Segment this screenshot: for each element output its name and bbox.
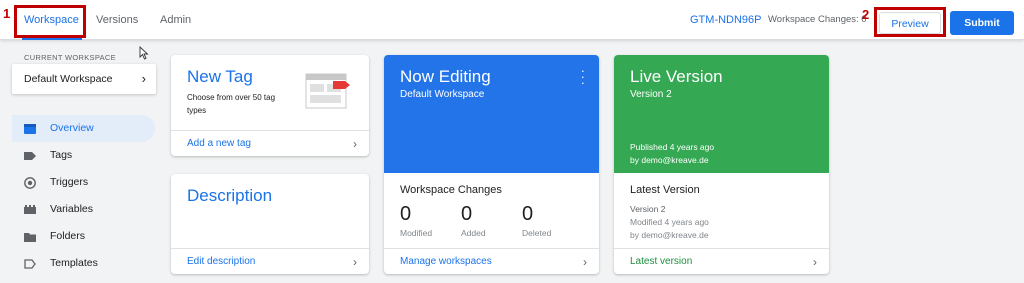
latest-version-name: Version 2 <box>630 204 666 214</box>
description-footer[interactable]: Edit description › <box>171 248 369 274</box>
sidebar-item-variables[interactable]: Variables <box>12 196 155 223</box>
stat-label: Deleted <box>522 228 552 238</box>
stat-value: 0 <box>522 203 534 225</box>
sidebar-item-overview[interactable]: Overview <box>12 115 155 142</box>
current-workspace-label: CURRENT WORKSPACE <box>24 53 116 62</box>
live-version-title: Live Version <box>630 67 723 86</box>
workspace-name: Default Workspace <box>24 73 113 85</box>
sidebar-item-label: Triggers <box>50 176 89 188</box>
live-version-footer[interactable]: Latest version › <box>614 248 829 274</box>
tab-admin[interactable]: Admin <box>160 0 191 40</box>
annotation-box-1 <box>14 5 86 38</box>
description-card[interactable]: Description Edit description › <box>171 174 369 274</box>
manage-workspaces-link[interactable]: Manage workspaces <box>400 249 492 274</box>
annotation-box-2 <box>874 7 946 37</box>
stat-deleted: 0 Deleted <box>522 203 551 238</box>
chevron-right-icon: › <box>141 71 146 86</box>
live-version-card: Live Version Version 2 Published 4 years… <box>614 55 829 274</box>
chevron-right-icon: › <box>813 255 817 269</box>
overview-icon <box>24 124 36 134</box>
now-editing-workspace: Default Workspace <box>400 89 485 100</box>
folder-icon <box>24 233 36 242</box>
now-editing-footer[interactable]: Manage workspaces › <box>384 248 599 274</box>
chevron-right-icon: › <box>353 137 357 151</box>
live-version-name: Version 2 <box>630 89 672 100</box>
tag-icon <box>24 152 36 160</box>
published-by: by demo@kreave.de <box>630 155 709 165</box>
new-tag-description: Choose from over 50 tag types <box>187 93 276 115</box>
sidebar-item-label: Folders <box>50 230 86 242</box>
live-version-published: Published 4 years ago by demo@kreave.de <box>630 141 714 167</box>
annotation-number-2: 2 <box>862 7 870 22</box>
stat-value: 0 <box>461 203 473 225</box>
latest-version-link[interactable]: Latest version <box>630 249 692 274</box>
latest-version-by: by demo@kreave.de <box>630 230 709 240</box>
sidebar-item-label: Variables <box>50 203 93 215</box>
live-version-header: Live Version Version 2 Published 4 years… <box>614 55 829 173</box>
description-title: Description <box>187 186 273 205</box>
add-new-tag-link[interactable]: Add a new tag <box>187 131 251 156</box>
sidebar-item-templates[interactable]: Templates <box>12 250 155 277</box>
container-id-link[interactable]: GTM-NDN96P <box>690 0 762 40</box>
stat-label: Added <box>461 228 486 238</box>
template-icon <box>24 259 36 269</box>
sidebar-item-tags[interactable]: Tags <box>12 142 155 169</box>
tag-illustration-icon <box>305 73 350 109</box>
chevron-right-icon: › <box>353 255 357 269</box>
edit-description-link[interactable]: Edit description <box>187 249 255 274</box>
top-bar: Workspace Versions Admin GTM-NDN96P Work… <box>0 0 1024 40</box>
latest-version-title: Latest Version <box>630 184 700 196</box>
tab-versions[interactable]: Versions <box>96 0 138 40</box>
sidebar-item-label: Templates <box>50 257 98 269</box>
submit-button[interactable]: Submit <box>950 11 1014 35</box>
published-time: Published 4 years ago <box>630 142 715 152</box>
now-editing-header: Now Editing Default Workspace · · · <box>384 55 599 173</box>
sidebar-item-label: Tags <box>50 149 73 161</box>
now-editing-title: Now Editing <box>400 67 491 86</box>
new-tag-card[interactable]: New Tag Choose from over 50 tag types Ad… <box>171 55 369 156</box>
sidebar-item-label: Overview <box>50 122 94 134</box>
sidebar-item-triggers[interactable]: Triggers <box>12 169 155 196</box>
mouse-cursor-icon <box>139 46 149 60</box>
chevron-right-icon: › <box>583 255 587 269</box>
more-vert-icon[interactable]: · · · <box>581 64 585 89</box>
workspace-changes-count: Workspace Changes: 0 <box>768 14 867 25</box>
variables-icon <box>24 205 36 214</box>
stat-added: 0 Added <box>461 203 486 238</box>
stat-label: Modified <box>400 228 433 238</box>
stat-modified: 0 Modified <box>400 203 432 238</box>
latest-version-modified: Modified 4 years ago <box>630 217 709 227</box>
now-editing-card: Now Editing Default Workspace · · · Worksp… <box>384 55 599 274</box>
annotation-number-1: 1 <box>3 6 11 21</box>
new-tag-footer[interactable]: Add a new tag › <box>171 130 369 156</box>
workspace-changes-title: Workspace Changes <box>400 184 502 196</box>
sidebar-item-folders[interactable]: Folders <box>12 223 155 250</box>
stat-value: 0 <box>400 203 412 225</box>
new-tag-title: New Tag <box>187 67 253 86</box>
trigger-icon <box>24 177 36 189</box>
workspace-selector[interactable]: Default Workspace › <box>12 64 156 94</box>
latest-version-meta: Version 2 Modified 4 years ago by demo@k… <box>630 203 709 242</box>
